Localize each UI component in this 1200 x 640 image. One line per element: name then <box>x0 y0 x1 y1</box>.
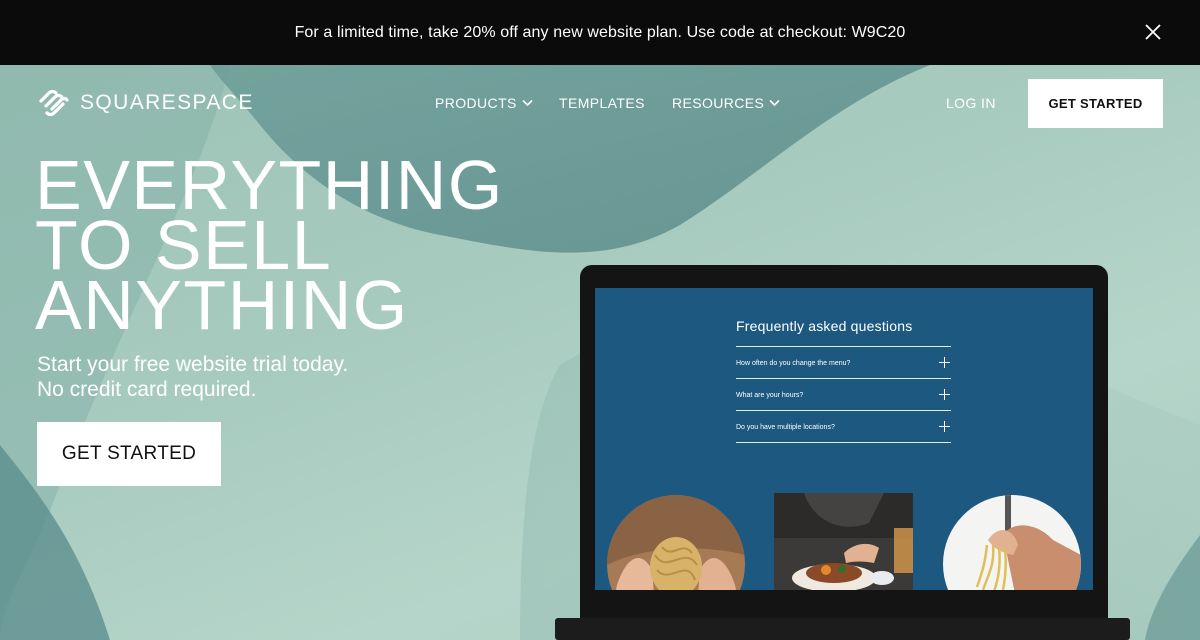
promo-text: For a limited time, take 20% off any new… <box>294 23 906 41</box>
laptop-mockup: Frequently asked questions How often do … <box>580 265 1108 640</box>
login-link[interactable]: LOG IN <box>946 95 996 111</box>
squarespace-logo-icon <box>37 89 71 117</box>
plus-icon[interactable] <box>939 421 950 432</box>
hero-subtext-line-2: No credit card required. <box>37 378 257 401</box>
laptop-screen: Frequently asked questions How often do … <box>595 288 1093 590</box>
faq-divider <box>736 442 951 443</box>
nav-products-label: PRODUCTS <box>435 95 517 111</box>
faq-divider <box>736 410 951 411</box>
nav-resources-label: RESOURCES <box>672 95 765 111</box>
nav-resources[interactable]: RESOURCES <box>672 95 780 111</box>
nav-get-started-button[interactable]: GET STARTED <box>1028 79 1163 128</box>
faq-divider <box>736 378 951 379</box>
hero-get-started-button[interactable]: GET STARTED <box>37 422 221 486</box>
plus-icon[interactable] <box>939 389 950 400</box>
faq-question-2[interactable]: What are your hours? <box>736 392 803 399</box>
brand-logo[interactable]: SQUARESPACE <box>37 89 254 117</box>
hero-headline: EVERYTHING TO SELL ANYTHING <box>35 150 504 344</box>
faq-divider <box>736 346 951 347</box>
brand-name: SQUARESPACE <box>80 91 254 114</box>
nav-templates-label: TEMPLATES <box>559 95 645 111</box>
hero-subtext-line-1: Start your free website trial today. <box>37 353 349 376</box>
nav-templates[interactable]: TEMPLATES <box>559 95 645 111</box>
headline-line-3: ANYTHING <box>35 266 409 344</box>
faq-question-3[interactable]: Do you have multiple locations? <box>736 424 835 431</box>
chevron-down-icon <box>769 99 780 107</box>
laptop-base <box>555 618 1130 640</box>
noodle-hands-photo <box>607 495 745 590</box>
faq-title: Frequently asked questions <box>736 318 913 334</box>
chevron-down-icon <box>522 99 533 107</box>
hero-section: SQUARESPACE PRODUCTS TEMPLATES RESOURCES… <box>0 65 1200 640</box>
plus-icon[interactable] <box>939 357 950 368</box>
pulling-noodles-photo <box>943 495 1081 590</box>
nav-products[interactable]: PRODUCTS <box>435 95 533 111</box>
hero-subtext: Start your free website trial today. No … <box>37 352 348 402</box>
promo-banner: For a limited time, take 20% off any new… <box>0 0 1200 65</box>
close-icon[interactable] <box>1144 23 1162 41</box>
faq-question-1[interactable]: How often do you change the menu? <box>736 360 850 367</box>
plated-dish-photo <box>774 493 913 590</box>
